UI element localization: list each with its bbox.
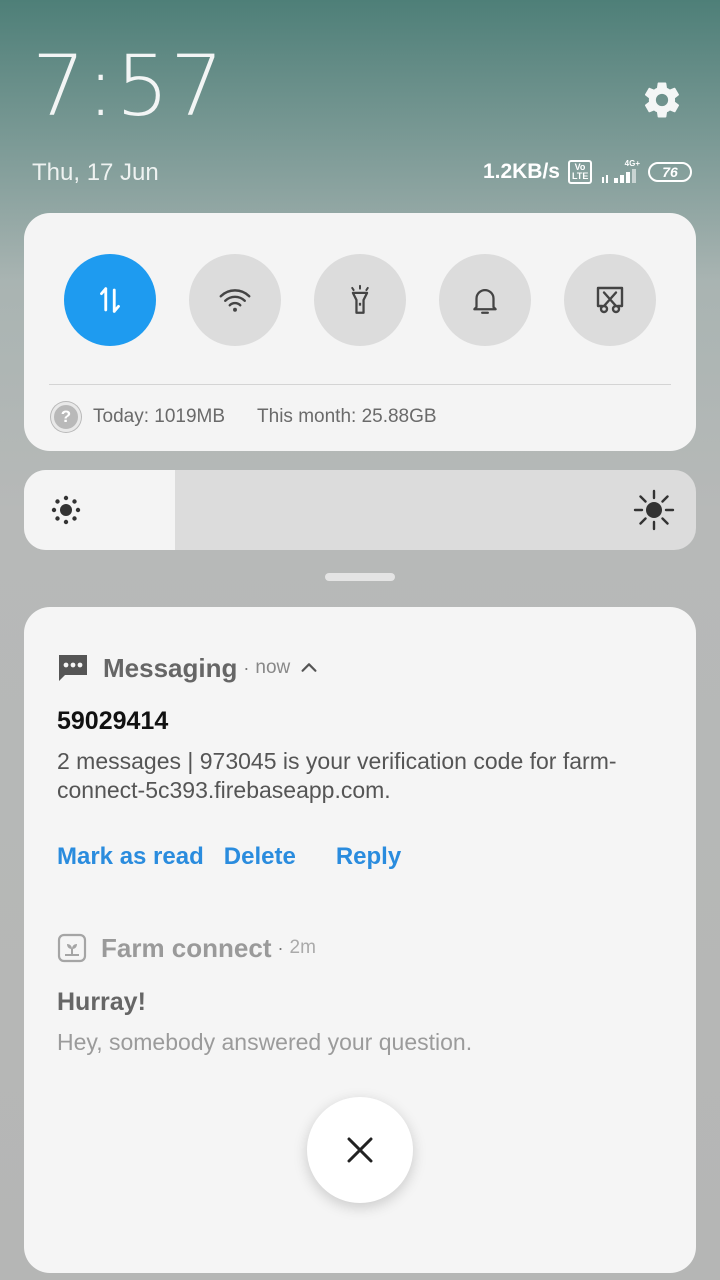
messaging-header[interactable]: Messaging · now (57, 650, 320, 686)
brightness-low-icon (51, 495, 81, 525)
farm-connect-header[interactable]: Farm connect · 2m (57, 930, 316, 966)
volte-bottom: LTE (572, 171, 589, 181)
signal-tag: 4G+ (624, 159, 640, 168)
settings-button[interactable] (640, 78, 684, 122)
messaging-app-icon (59, 655, 87, 681)
divider (49, 384, 671, 385)
sound-toggle[interactable] (439, 254, 531, 346)
signal-icon: 4G+ (600, 160, 640, 184)
flashlight-icon (351, 284, 369, 314)
notification-time: now (255, 657, 291, 678)
separator-dot: · (277, 937, 284, 958)
brightness-high-icon (633, 489, 675, 531)
notification-body: Hey, somebody answered your question. (57, 1029, 473, 1055)
usage-today: Today: 1019MB (93, 406, 226, 427)
mobile-data-icon (100, 287, 120, 313)
help-icon[interactable]: ? (51, 402, 81, 432)
app-name: Messaging (103, 652, 238, 683)
mobile-data-toggle[interactable] (64, 254, 156, 346)
bell-icon (473, 289, 497, 314)
volte-icon: Vo LTE (568, 160, 592, 184)
message-body: 2 messages | 973045 is your verification… (57, 748, 617, 803)
network-speed: 1.2KB/s (482, 160, 560, 183)
gear-icon (644, 82, 680, 118)
notification-time: 2m (289, 937, 316, 958)
app-name: Farm connect (101, 932, 272, 963)
status-bar: 1.2KB/s Vo LTE 4G+ 76 (483, 156, 692, 188)
delete-button[interactable]: Delete (224, 843, 296, 871)
screenshot-toggle[interactable] (564, 254, 656, 346)
quick-settings-panel: ? Today: 1019MB This month: 25.88GB (24, 213, 696, 451)
screenshot-icon (596, 286, 624, 314)
flashlight-toggle[interactable] (314, 254, 406, 346)
message-sender: 59029414 (57, 707, 169, 735)
clear-all-button[interactable] (307, 1097, 413, 1203)
brightness-slider[interactable] (24, 470, 696, 550)
date-label: Thu, 17 Jun (32, 159, 159, 186)
data-usage-row[interactable]: ? Today: 1019MB This month: 25.88GB (51, 401, 437, 433)
mark-as-read-button[interactable]: Mark as read (57, 843, 204, 871)
wifi-toggle[interactable] (189, 254, 281, 346)
usage-month: This month: 25.88GB (257, 406, 437, 427)
wifi-icon (219, 289, 251, 312)
clock[interactable]: 7:57 (32, 44, 225, 128)
notification-title: Hurray! (57, 988, 146, 1016)
signal-bars-icon (602, 169, 636, 183)
chevron-up-icon[interactable] (298, 657, 320, 679)
brightness-level-fill (24, 470, 176, 550)
farm-connect-app-icon (57, 933, 87, 963)
reply-button[interactable]: Reply (336, 843, 401, 871)
battery-indicator: 76 (648, 162, 692, 182)
notification-actions: Mark as read Delete Reply (57, 843, 401, 871)
drag-handle[interactable] (325, 573, 395, 581)
close-icon (347, 1137, 373, 1163)
separator-dot: · (243, 657, 250, 678)
